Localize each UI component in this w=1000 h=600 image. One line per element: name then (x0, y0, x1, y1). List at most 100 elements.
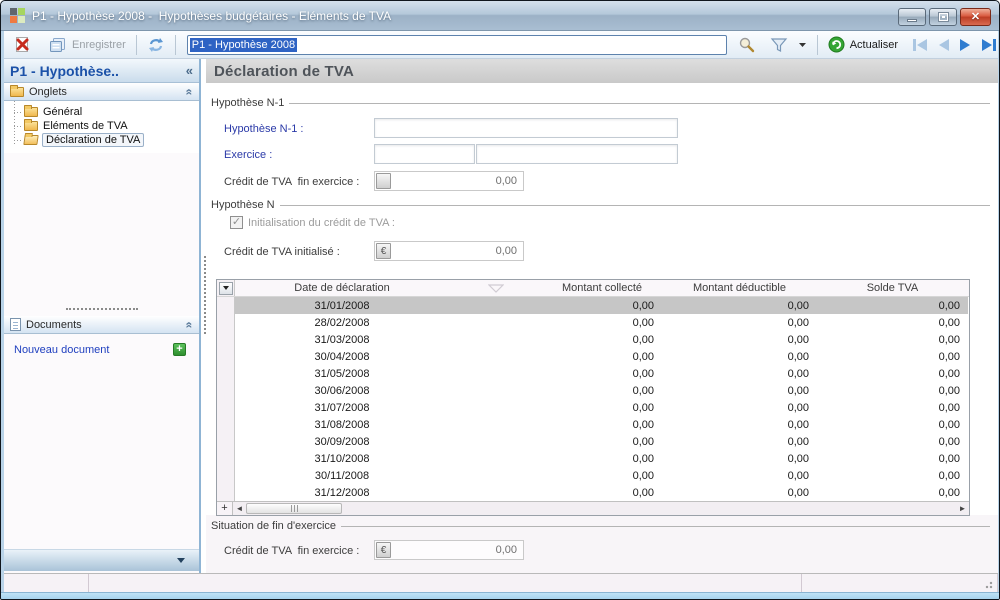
cell-gutter (217, 297, 235, 314)
sidebar-splitter-handle[interactable] (66, 308, 138, 310)
column-header-montant-deductible[interactable]: Montant déductible (662, 280, 817, 296)
sidebar-item-declaration-de-tva[interactable]: Déclaration de TVA (4, 133, 199, 147)
cell-date: 31/10/2008 (235, 450, 449, 467)
refresh-button[interactable] (142, 34, 170, 56)
new-document-link[interactable]: Nouveau document (14, 344, 109, 356)
table-body: 31/01/20080,000,000,0028/02/20080,000,00… (217, 297, 969, 501)
sort-icon (488, 284, 504, 293)
nav-first-button[interactable] (911, 38, 929, 52)
cell-gutter (449, 399, 542, 416)
cell-amount: 0,00 (817, 467, 968, 484)
add-document-button[interactable]: + (173, 343, 186, 356)
maximize-icon (939, 13, 948, 21)
table-row[interactable]: 28/02/20080,000,000,00 (217, 314, 969, 331)
add-row-button[interactable]: + (217, 502, 233, 515)
exercice-start-input[interactable] (374, 144, 475, 164)
cell-gutter (449, 450, 542, 467)
currency-button[interactable] (376, 173, 391, 189)
sidebar-item-elements-de-tva[interactable]: Eléments de TVA (4, 119, 199, 133)
init-credit-checkbox[interactable]: ✓ (230, 216, 243, 229)
nav-last-button[interactable] (980, 38, 998, 52)
table-row[interactable]: 31/08/20080,000,000,00 (217, 416, 969, 433)
table-row[interactable]: 31/01/20080,000,000,00 (217, 297, 969, 314)
table-row[interactable]: 31/03/20080,000,000,00 (217, 331, 969, 348)
credit-tva-fin-value: 0,00 (391, 544, 523, 556)
quick-search-input[interactable]: P1 - Hypothèse 2008 (187, 35, 727, 55)
cell-amount: 0,00 (662, 297, 817, 314)
scroll-right-button[interactable]: ► (956, 502, 969, 515)
table-row[interactable]: 31/05/20080,000,000,00 (217, 365, 969, 382)
euro-button[interactable]: € (376, 243, 391, 259)
table-row[interactable]: 31/12/20080,000,000,00 (217, 484, 969, 501)
delete-button[interactable] (9, 33, 36, 56)
main-panel: Déclaration de TVA Hypothèse N-1 Hypothè… (206, 59, 998, 573)
table-row[interactable]: 30/09/20080,000,000,00 (217, 433, 969, 450)
toolbar-separator (817, 35, 818, 55)
credit-tva-n1-label: Crédit de TVA fin exercice : (224, 176, 359, 188)
scrollbar-track[interactable] (342, 502, 956, 515)
table-row[interactable]: 31/07/20080,000,000,00 (217, 399, 969, 416)
credit-tva-init-field: € 0,00 (374, 241, 524, 261)
save-button[interactable]: Enregistrer (44, 34, 131, 56)
cell-amount: 0,00 (817, 416, 968, 433)
scroll-left-button[interactable]: ◄ (233, 502, 246, 515)
table-row[interactable]: 31/10/20080,000,000,00 (217, 450, 969, 467)
collapse-chevron-icon[interactable]: « (183, 321, 197, 328)
cell-gutter (449, 331, 542, 348)
init-credit-checkbox-label: Initialisation du crédit de TVA : (248, 217, 395, 229)
maximize-button[interactable] (929, 8, 957, 26)
filter-button[interactable] (765, 34, 793, 56)
cell-gutter (217, 382, 235, 399)
cell-amount: 0,00 (662, 331, 817, 348)
title-bar: P1 - Hypothèse 2008 - Hypothèses budgéta… (1, 1, 999, 31)
documents-group-header[interactable]: Documents « (4, 316, 199, 334)
chevron-down-icon (798, 42, 807, 48)
sidebar-item-general[interactable]: Général (4, 105, 199, 119)
cell-amount: 0,00 (662, 348, 817, 365)
sidebar-bottom-bar[interactable] (4, 549, 199, 571)
declarations-table: Date de déclaration Montant collecté Mon… (216, 279, 970, 516)
cell-amount: 0,00 (817, 365, 968, 382)
column-header-date[interactable]: Date de déclaration (235, 280, 449, 296)
save-button-label: Enregistrer (72, 39, 126, 51)
cell-date: 31/12/2008 (235, 484, 449, 501)
cell-amount: 0,00 (817, 382, 968, 399)
table-row[interactable]: 30/04/20080,000,000,00 (217, 348, 969, 365)
cell-amount: 0,00 (662, 314, 817, 331)
close-icon: ✕ (971, 12, 980, 23)
toolbar: Enregistrer P1 - Hypothèse 2008 (4, 31, 998, 59)
cell-gutter (449, 297, 542, 314)
scrollbar-thumb[interactable] (246, 503, 342, 514)
table-row[interactable]: 30/06/20080,000,000,00 (217, 382, 969, 399)
nav-next-button[interactable] (958, 38, 973, 52)
cell-date: 30/06/2008 (235, 382, 449, 399)
window-frame-bottom (1, 592, 999, 600)
status-segment (802, 574, 998, 592)
minimize-button[interactable] (898, 8, 926, 26)
onglets-group-header[interactable]: Onglets « (4, 83, 199, 101)
nav-previous-button[interactable] (936, 38, 951, 52)
column-header-sort[interactable] (449, 280, 542, 296)
table-row[interactable]: 30/11/20080,000,000,00 (217, 467, 969, 484)
cell-amount: 0,00 (817, 297, 968, 314)
minimize-icon (907, 19, 917, 22)
toolbar-separator (136, 35, 137, 55)
cell-amount: 0,00 (662, 399, 817, 416)
collapse-chevron-icon[interactable]: « (183, 88, 197, 95)
actualiser-button[interactable]: Actualiser (823, 33, 903, 56)
euro-button[interactable]: € (376, 542, 391, 558)
hypothese-n1-input[interactable] (374, 118, 678, 138)
filter-dropdown-button[interactable] (793, 39, 812, 51)
table-dropdown-button[interactable] (219, 282, 233, 295)
cell-gutter (449, 484, 542, 501)
close-button[interactable]: ✕ (960, 8, 991, 26)
column-header-montant-collecte[interactable]: Montant collecté (542, 280, 662, 296)
exercice-end-input[interactable] (476, 144, 678, 164)
window-title: P1 - Hypothèse 2008 - Hypothèses budgéta… (32, 9, 391, 23)
group-hypothese-n1: Hypothèse N-1 (211, 97, 990, 109)
panel-collapse-button[interactable]: « (186, 63, 193, 78)
search-button[interactable] (733, 33, 760, 56)
resize-grip[interactable] (983, 579, 993, 589)
column-header-solde-tva[interactable]: Solde TVA (817, 280, 968, 296)
application-window: P1 - Hypothèse 2008 - Hypothèses budgéta… (0, 0, 1000, 600)
